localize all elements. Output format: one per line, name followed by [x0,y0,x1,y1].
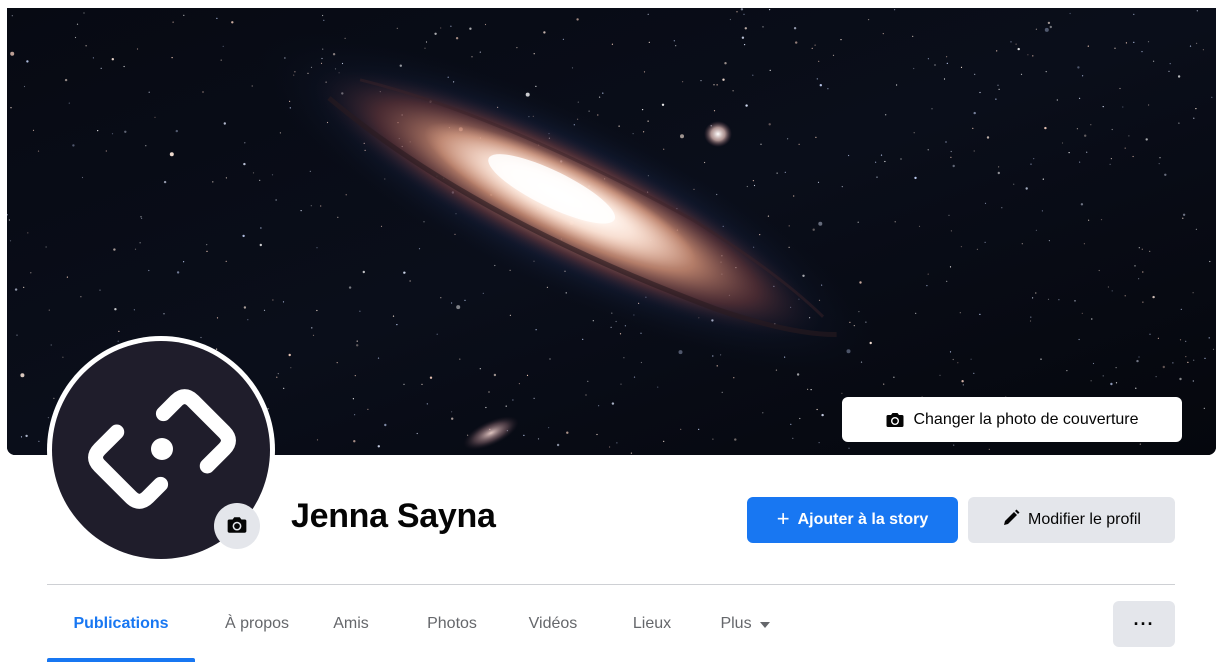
update-profile-picture-button[interactable] [214,503,260,549]
section-divider [47,584,1175,585]
tab-label: Photos [427,615,477,632]
camera-icon [885,411,905,429]
edit-profile-label: Modifier le profil [1028,511,1141,528]
change-cover-photo-button[interactable]: Changer la photo de couverture [842,397,1182,442]
tab-label: À propos [224,615,290,632]
add-to-story-button[interactable]: + Ajouter à la story [747,497,958,543]
add-to-story-label: Ajouter à la story [797,511,929,528]
caret-down-icon [759,622,770,628]
active-tab-indicator [47,658,195,662]
tab-label: Vidéos [528,615,578,632]
tab-label: Plus [720,615,752,632]
tab-amis[interactable]: Amis [315,586,387,662]
tab-a-propos[interactable]: À propos [205,586,309,662]
edit-profile-button[interactable]: Modifier le profil [968,497,1175,543]
tab-photos[interactable]: Photos [411,586,493,662]
more-options-button[interactable]: ··· [1113,601,1175,647]
pencil-icon [1002,509,1020,532]
tab-plus[interactable]: Plus [701,586,789,662]
tab-label: Publications [73,615,169,632]
tab-videos[interactable]: Vidéos [511,586,595,662]
tab-label: Amis [333,615,369,632]
tab-label: Lieux [632,615,672,632]
profile-name: Jenna Sayna [291,497,496,535]
tab-lieux[interactable]: Lieux [615,586,689,662]
plus-icon: + [776,506,790,531]
change-cover-photo-label: Changer la photo de couverture [913,410,1139,428]
camera-icon [226,515,248,538]
tab-publications[interactable]: Publications [47,586,195,662]
